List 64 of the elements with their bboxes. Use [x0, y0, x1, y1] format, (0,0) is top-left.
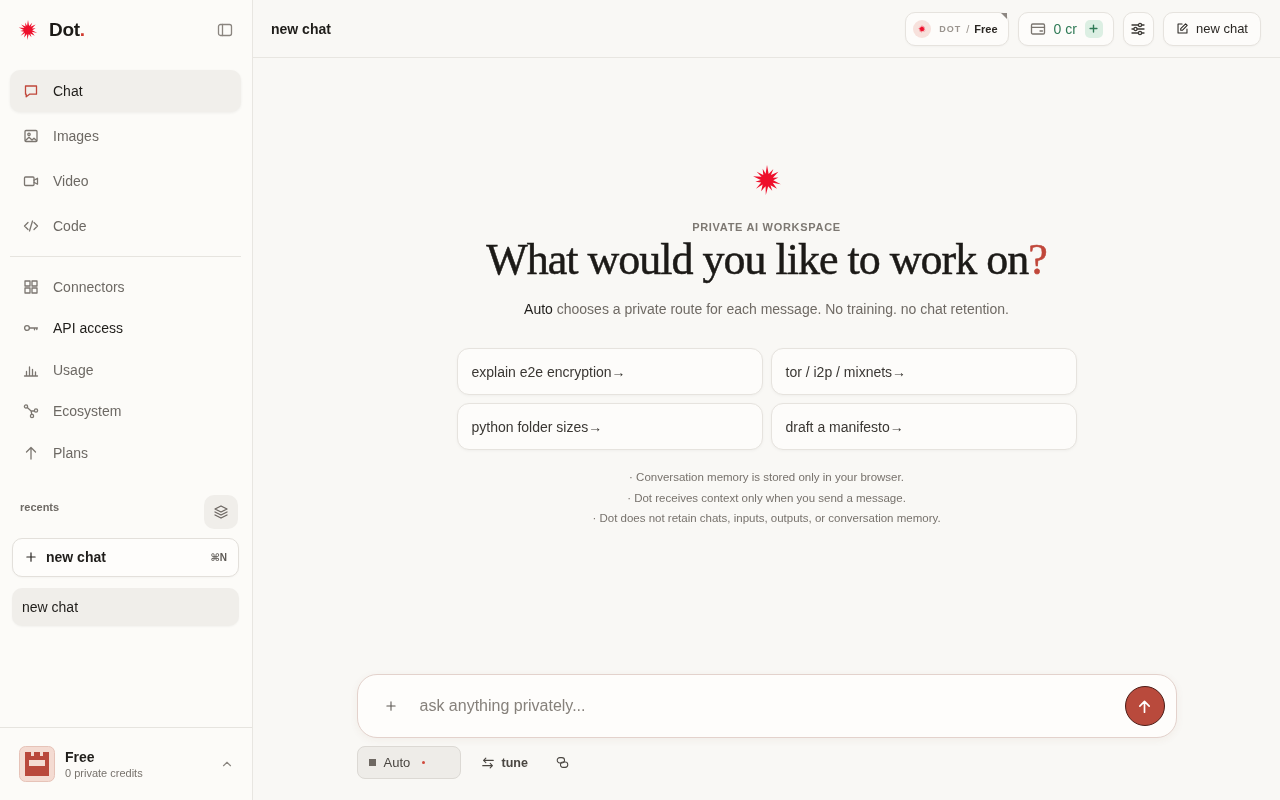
eyebrow-text: PRIVATE AI WORKSPACE [692, 220, 841, 234]
panel-icon [217, 22, 233, 38]
nav-item[interactable]: Chat [10, 70, 241, 112]
page-title: new chat [271, 20, 331, 37]
corner-triangle-icon [1000, 12, 1007, 19]
nav-item[interactable]: Plans [10, 432, 241, 474]
stack-button[interactable] [204, 494, 238, 529]
video-camera-icon [23, 173, 39, 189]
starburst-logo-icon [751, 165, 782, 195]
code-icon [23, 218, 39, 234]
edit-icon [1175, 22, 1189, 35]
plan-badge[interactable]: DOT / Free [905, 11, 1009, 46]
nav-item[interactable]: Video [10, 160, 241, 202]
layers-icon [213, 503, 229, 520]
brand-name: Dot. [49, 19, 85, 41]
starburst-logo-icon [18, 20, 38, 40]
suggestion-button[interactable]: draft a manifesto→ [770, 403, 1077, 450]
message-input[interactable]: ask anything privately... [419, 694, 1115, 718]
message-composer[interactable]: ask anything privately... [356, 674, 1177, 738]
privacy-note: · Dot does not retain chats, inputs, outputs, or conversation memory. [592, 511, 941, 526]
privacy-note: · Conversation memory is stored only in your browser. [629, 470, 904, 485]
arrow-up-icon [1137, 698, 1152, 714]
link-button[interactable] [555, 756, 569, 769]
arrows-icon [480, 755, 495, 770]
sliders-icon [1130, 20, 1147, 37]
grid-icon [23, 278, 39, 295]
hero-title: What would you like to work on? [486, 236, 1047, 284]
chat-bubble-icon [23, 83, 39, 99]
link-icon [555, 756, 569, 769]
privacy-note: · Dot receives context only when you send a message. [627, 490, 906, 506]
plus-icon [25, 551, 37, 563]
new-chat-button[interactable]: new chat [1162, 11, 1261, 46]
credit-amount: 0 cr [1053, 20, 1077, 37]
pixel-avatar-icon [19, 746, 55, 782]
card-icon [1029, 20, 1046, 37]
credit-balance: 0 private credits [65, 765, 144, 780]
nav-item[interactable]: Ecosystem [10, 390, 241, 432]
image-icon [23, 128, 39, 144]
send-button[interactable] [1124, 686, 1165, 726]
square-icon [368, 759, 376, 766]
tune-button[interactable]: tune [480, 755, 528, 770]
section-label: recents [20, 500, 60, 513]
nav-item[interactable]: Code [10, 205, 241, 247]
suggestion-button[interactable]: python folder sizes→ [456, 403, 763, 450]
settings-button[interactable] [1122, 11, 1154, 46]
recent-chat-item[interactable]: new chat [12, 587, 239, 626]
model-select[interactable]: Auto [356, 746, 461, 779]
suggestion-button[interactable]: explain e2e encryption→ [456, 348, 763, 395]
sidebar-toggle-button[interactable] [217, 22, 233, 38]
add-credits-button[interactable] [1084, 19, 1103, 38]
suggestion-button[interactable]: tor / i2p / mixnets→ [770, 348, 1077, 395]
plus-icon [384, 700, 397, 712]
share-nodes-icon [23, 403, 39, 420]
nav-item[interactable]: Images [10, 115, 241, 157]
arrow-up-icon [23, 444, 39, 461]
nav-item[interactable]: Connectors [10, 266, 241, 308]
new-chat-button[interactable]: new chat ⌘N [12, 537, 239, 577]
status-dot-icon [422, 761, 426, 764]
hero-subtitle: Auto chooses a private route for each message. No training. no chat retention. [524, 300, 1009, 319]
nav-item[interactable]: Usage [10, 349, 241, 391]
plus-icon [1088, 23, 1100, 34]
nav-item[interactable]: API access [10, 307, 241, 349]
starburst-logo-icon [913, 19, 932, 38]
plan-name: Free [65, 748, 96, 766]
